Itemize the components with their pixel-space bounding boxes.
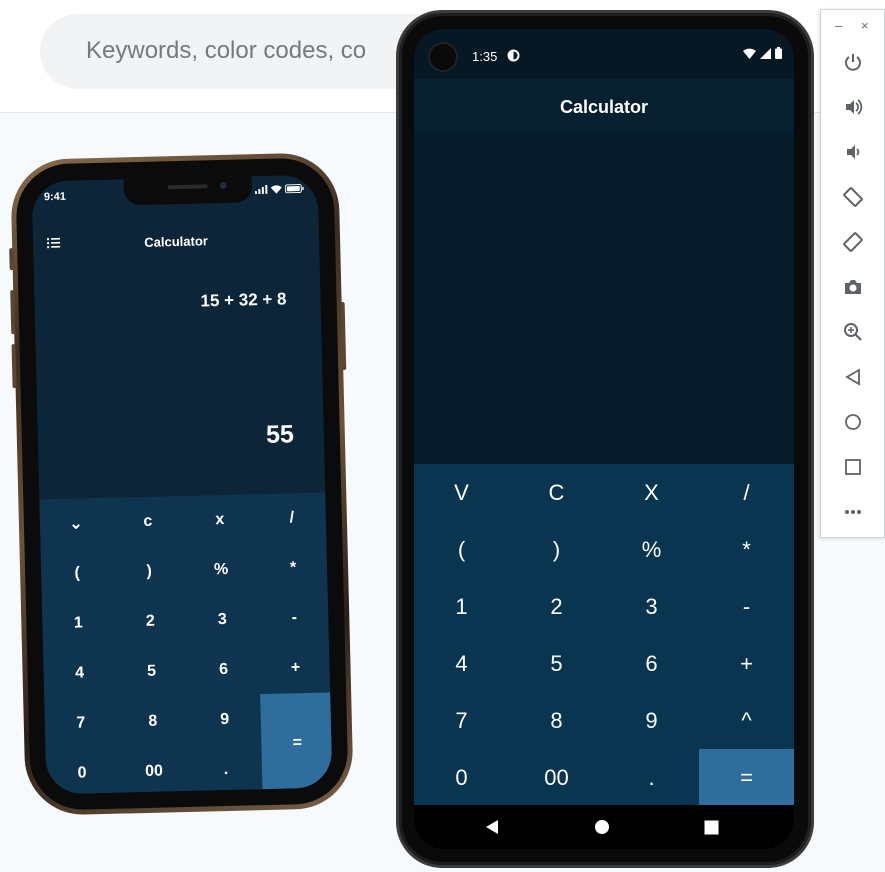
battery-icon <box>284 184 304 194</box>
key-percent[interactable]: % <box>185 544 258 596</box>
key-decimal[interactable]: . <box>604 749 699 806</box>
key-collapse[interactable]: ⌄ <box>39 498 112 550</box>
key-percent[interactable]: % <box>604 521 699 578</box>
key-4[interactable]: 4 <box>414 635 509 692</box>
calc-expression: 15 + 32 + 8 <box>200 289 287 311</box>
keypad: ⌄ c x / ( ) % * 1 2 3 - 4 5 6 + 7 8 9 = <box>39 492 333 795</box>
calc-display <box>414 133 794 463</box>
power-icon[interactable] <box>841 50 865 74</box>
key-7[interactable]: 7 <box>44 698 117 750</box>
key-3[interactable]: 3 <box>186 594 259 646</box>
key-equals[interactable]: = <box>260 692 333 795</box>
calc-result: 55 <box>265 420 295 449</box>
key-4[interactable]: 4 <box>43 648 116 700</box>
app-title: Calculator <box>559 97 649 117</box>
rotate-right-icon[interactable] <box>841 230 865 254</box>
android-screen: 1:35 Calculator V C X / ( ) % * 1 2 3 - … <box>414 29 794 849</box>
android-emulator: 1:35 Calculator V C X / ( ) % * 1 2 3 - … <box>396 10 814 868</box>
key-multiply[interactable]: * <box>699 521 794 578</box>
close-button[interactable]: × <box>861 18 869 33</box>
key-7[interactable]: 7 <box>414 692 509 749</box>
zoom-icon[interactable] <box>841 320 865 344</box>
search-input[interactable] <box>86 34 416 68</box>
key-8[interactable]: 8 <box>116 696 189 748</box>
key-5[interactable]: 5 <box>115 646 188 698</box>
speaker-grille <box>167 184 208 190</box>
signal-icon <box>760 47 771 59</box>
key-multiply[interactable]: * <box>256 542 329 594</box>
nav-home-icon[interactable] <box>592 817 612 837</box>
front-camera <box>219 181 227 189</box>
key-0[interactable]: 0 <box>414 749 509 806</box>
key-close-paren[interactable]: ) <box>509 521 604 578</box>
key-1[interactable]: 1 <box>42 598 115 650</box>
key-clear[interactable]: C <box>509 464 604 521</box>
key-divide[interactable]: / <box>699 464 794 521</box>
navigation-bar <box>414 805 794 849</box>
rotate-left-icon[interactable] <box>841 185 865 209</box>
key-2[interactable]: 2 <box>114 596 187 648</box>
key-divide[interactable]: / <box>255 492 328 544</box>
key-0[interactable]: 0 <box>45 748 118 795</box>
key-00[interactable]: 00 <box>117 746 190 795</box>
volume-up-icon[interactable] <box>841 95 865 119</box>
key-9[interactable]: 9 <box>604 692 699 749</box>
key-open-paren[interactable]: ( <box>41 548 114 600</box>
status-time: 1:35 <box>472 49 498 64</box>
key-9[interactable]: 9 <box>188 694 261 746</box>
wifi-icon <box>743 48 756 59</box>
volume-down-side-button <box>11 344 17 389</box>
notification-icon <box>507 49 520 62</box>
key-backspace[interactable]: X <box>604 464 699 521</box>
key-collapse[interactable]: V <box>414 464 509 521</box>
overview-icon[interactable] <box>841 455 865 479</box>
silent-switch <box>9 248 14 271</box>
key-backspace[interactable]: x <box>183 494 256 546</box>
wifi-icon <box>270 185 282 194</box>
key-decimal[interactable]: . <box>189 744 262 794</box>
iphone-screen: 9:41 Calculator 15 + 32 + 8 55 ⌄ c x / (… <box>31 174 333 795</box>
more-icon[interactable] <box>841 500 865 524</box>
keypad: V C X / ( ) % * 1 2 3 - 4 5 6 + 7 8 9 ^ … <box>414 464 794 806</box>
status-icons <box>743 47 782 59</box>
iphone-mockup: 9:41 Calculator 15 + 32 + 8 55 ⌄ c x / (… <box>9 152 354 816</box>
nav-overview-icon[interactable] <box>701 817 721 837</box>
iphone-bezel: 9:41 Calculator 15 + 32 + 8 55 ⌄ c x / (… <box>15 157 349 811</box>
battery-icon <box>775 47 782 59</box>
volume-up-side-button <box>10 290 16 335</box>
key-equals[interactable]: = <box>699 749 794 806</box>
signal-icon <box>254 184 268 195</box>
key-3[interactable]: 3 <box>604 578 699 635</box>
key-close-paren[interactable]: ) <box>113 546 186 598</box>
front-camera <box>428 42 458 72</box>
key-6[interactable]: 6 <box>604 635 699 692</box>
key-00[interactable]: 00 <box>509 749 604 806</box>
key-1[interactable]: 1 <box>414 578 509 635</box>
status-time: 9:41 <box>43 190 67 204</box>
key-clear[interactable]: c <box>111 496 184 548</box>
emulator-toolbar: – × <box>820 9 885 538</box>
key-8[interactable]: 8 <box>509 692 604 749</box>
status-bar: 1:35 <box>414 29 794 79</box>
home-icon[interactable] <box>841 410 865 434</box>
key-power[interactable]: ^ <box>699 692 794 749</box>
key-2[interactable]: 2 <box>509 578 604 635</box>
key-plus[interactable]: + <box>259 642 332 694</box>
notch <box>123 176 253 206</box>
status-icons <box>254 184 304 195</box>
key-open-paren[interactable]: ( <box>414 521 509 578</box>
key-5[interactable]: 5 <box>509 635 604 692</box>
minimize-button[interactable]: – <box>835 18 842 33</box>
key-6[interactable]: 6 <box>187 644 260 696</box>
camera-icon[interactable] <box>841 275 865 299</box>
volume-down-icon[interactable] <box>841 140 865 164</box>
key-minus[interactable]: - <box>258 592 331 644</box>
app-title: Calculator <box>144 233 209 250</box>
nav-back-icon[interactable] <box>482 817 502 837</box>
side-power-button <box>340 301 347 371</box>
key-minus[interactable]: - <box>699 578 794 635</box>
back-icon[interactable] <box>841 365 865 389</box>
key-plus[interactable]: + <box>699 635 794 692</box>
